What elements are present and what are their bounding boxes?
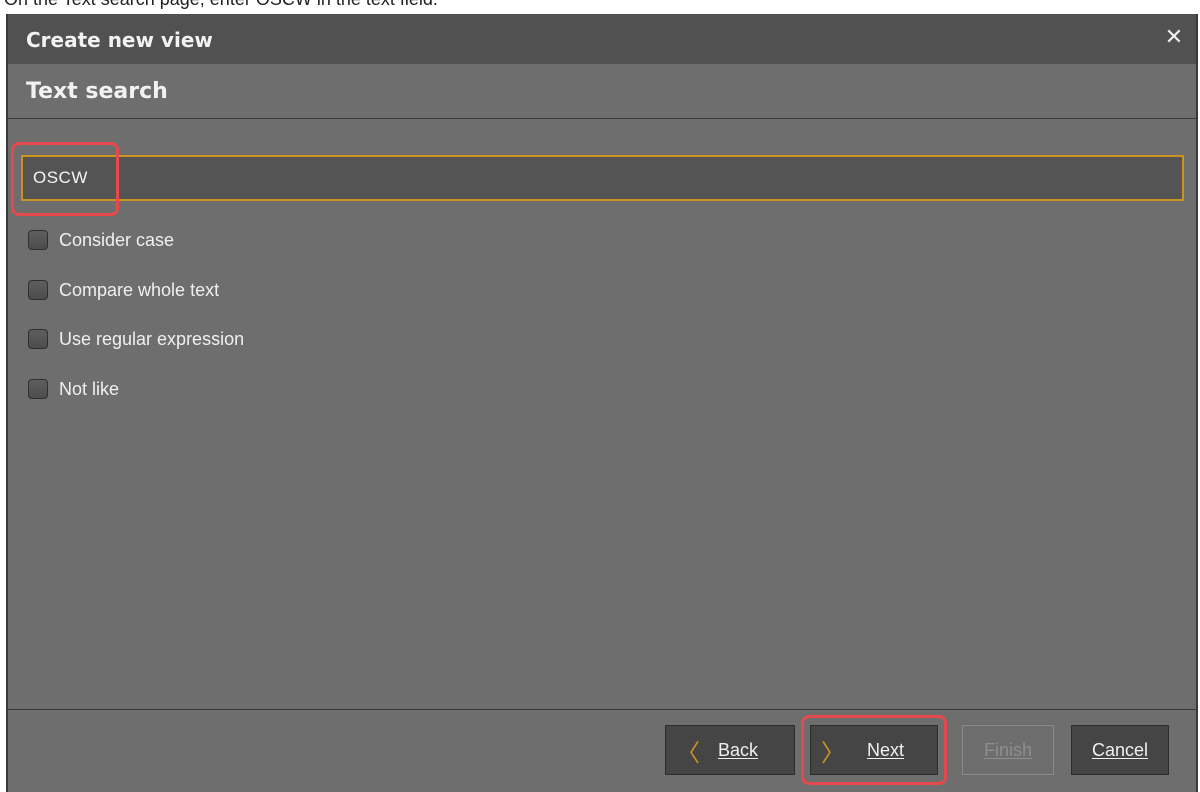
not-like-checkbox[interactable] <box>28 379 48 399</box>
footer-divider <box>8 709 1196 710</box>
cancel-button[interactable]: Cancel <box>1071 725 1169 775</box>
option-label: Consider case <box>59 229 175 250</box>
chevron-left-icon: 〈 <box>676 738 700 767</box>
close-icon[interactable]: ✕ <box>1160 24 1188 52</box>
finish-button-label: Finish <box>983 739 1032 760</box>
caption-text: On the Text search page, enter OSCW in t… <box>4 0 438 10</box>
finish-button[interactable]: Finish <box>962 725 1054 775</box>
consider-case-checkbox[interactable] <box>28 230 48 250</box>
option-compare-whole-text[interactable]: Compare whole text <box>28 277 219 303</box>
option-not-like[interactable]: Not like <box>28 376 119 402</box>
page-title: Text search <box>26 79 168 104</box>
option-use-regular-expression[interactable]: Use regular expression <box>28 326 244 352</box>
caption-strip: On the Text search page, enter OSCW in t… <box>0 0 1200 14</box>
dialog-titlebar: Create new view ✕ <box>8 14 1196 64</box>
text-search-input[interactable] <box>21 155 1184 201</box>
back-button[interactable]: 〈 Back <box>665 725 795 775</box>
create-view-dialog: Create new view ✕ Text search Consider c… <box>6 14 1198 792</box>
use-regular-expression-checkbox[interactable] <box>28 329 48 349</box>
page-header: Text search <box>8 64 1196 119</box>
next-button-label: Next <box>867 739 905 760</box>
compare-whole-text-checkbox[interactable] <box>28 280 48 300</box>
dialog-title: Create new view <box>26 28 213 52</box>
back-button-label: Back <box>718 739 759 760</box>
next-button[interactable]: 〉 Next <box>810 725 938 775</box>
option-label: Compare whole text <box>59 279 220 300</box>
chevron-right-icon: 〉 <box>821 738 845 767</box>
option-label: Not like <box>59 378 120 399</box>
option-label: Use regular expression <box>59 328 245 349</box>
option-consider-case[interactable]: Consider case <box>28 227 174 253</box>
cancel-button-label: Cancel <box>1091 739 1149 760</box>
